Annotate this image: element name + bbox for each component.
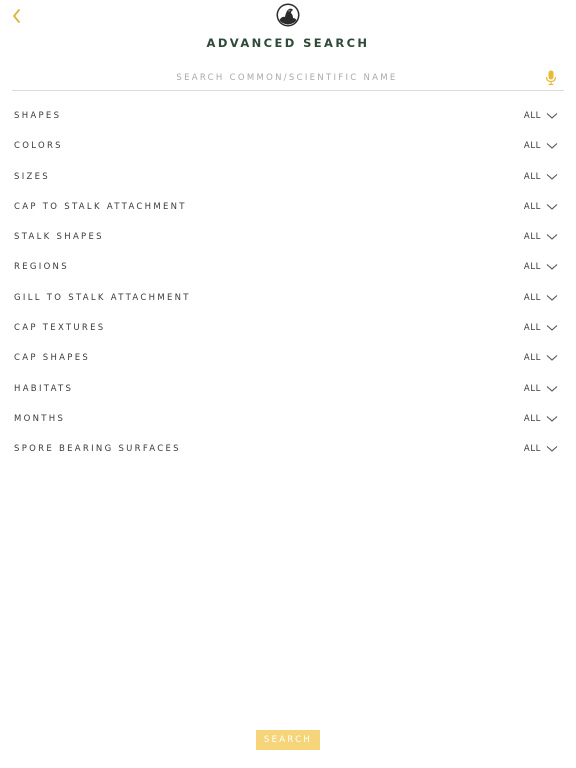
filter-value: ALL [523,171,541,182]
search-button[interactable]: SEARCH [256,730,320,750]
filter-row-shapes[interactable]: SHAPES ALL [0,101,576,131]
filter-label: COLORS [14,141,63,152]
filter-row-spore-bearing-surfaces[interactable]: SPORE BEARING SURFACES ALL [0,434,576,464]
mic-button[interactable] [544,70,558,86]
filter-label: CAP TO STALK ATTACHMENT [14,201,187,212]
page-title: ADVANCED SEARCH [206,36,370,50]
filter-list: SHAPES ALL COLORS ALL SIZES ALL CAP TO S… [0,101,576,465]
filter-row-cap-to-stalk-attachment[interactable]: CAP TO STALK ATTACHMENT ALL [0,192,576,222]
chevron-left-icon [13,9,20,23]
mushroom-silhouette-logo [276,3,300,27]
filter-row-colors[interactable]: COLORS ALL [0,131,576,161]
chevron-down-icon [546,234,558,240]
back-button[interactable] [8,7,26,25]
filter-row-months[interactable]: MONTHS ALL [0,404,576,434]
filter-value: ALL [523,232,541,243]
filter-label: SHAPES [14,111,62,121]
filter-value: ALL [523,383,541,394]
chevron-down-icon [546,113,558,119]
filter-row-habitats[interactable]: HABITATS ALL [0,374,576,404]
filter-label: STALK SHAPES [14,232,104,243]
filter-value: ALL [523,413,541,424]
filter-label: HABITATS [14,383,74,394]
filter-row-regions[interactable]: REGIONS ALL [0,252,576,282]
search-bar [12,66,564,91]
chevron-down-icon [546,416,558,422]
app-logo [276,3,300,27]
filter-label: CAP TEXTURES [14,323,106,334]
filter-label: SIZES [14,171,50,182]
filter-value: ALL [523,292,541,303]
filter-label: MONTHS [14,413,66,424]
chevron-down-icon [546,264,558,271]
filter-value: ALL [523,444,541,455]
filter-value: ALL [523,262,541,273]
filter-row-sizes[interactable]: SIZES ALL [0,162,576,192]
filter-row-cap-shapes[interactable]: CAP SHAPES ALL [0,343,576,373]
chevron-down-icon [546,203,558,210]
filter-label: REGIONS [14,262,69,273]
chevron-down-icon [546,325,558,331]
filter-label: CAP SHAPES [14,353,91,364]
chevron-down-icon [546,143,558,150]
filter-label: SPORE BEARING SURFACES [14,444,181,455]
filter-row-stalk-shapes[interactable]: STALK SHAPES ALL [0,222,576,252]
filter-value: ALL [523,201,541,212]
filter-value: ALL [523,353,541,364]
filter-value: ALL [523,141,541,152]
search-input[interactable] [12,66,532,90]
chevron-down-icon [546,385,558,392]
filter-value: ALL [523,323,541,334]
filter-row-cap-textures[interactable]: CAP TEXTURES ALL [0,313,576,343]
chevron-down-icon [546,173,558,180]
filter-value: ALL [523,111,541,121]
chevron-down-icon [546,355,558,362]
chevron-down-icon [546,294,558,301]
filter-row-gill-to-stalk-attachment[interactable]: GILL TO STALK ATTACHMENT ALL [0,283,576,313]
filter-label: GILL TO STALK ATTACHMENT [14,292,191,303]
chevron-down-icon [546,446,558,453]
microphone-icon [545,70,557,86]
